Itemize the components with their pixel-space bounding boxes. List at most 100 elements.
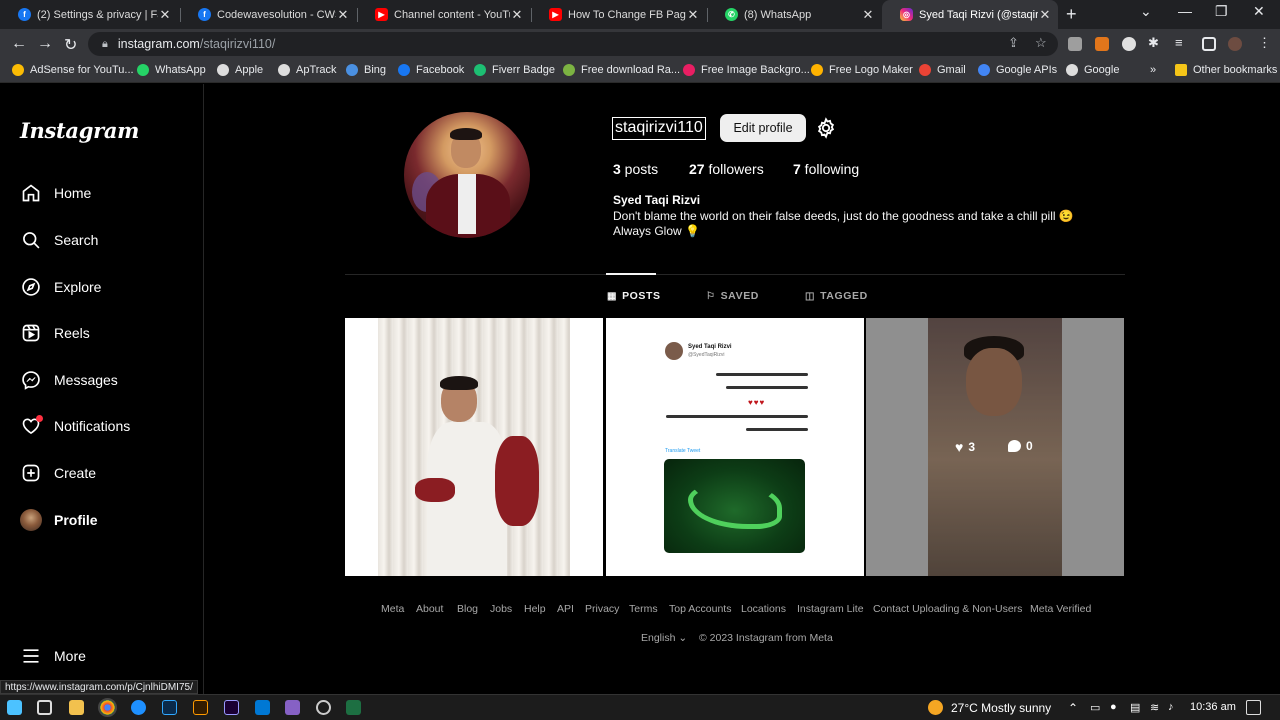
sidebar-item-explore[interactable]: Explore [20, 274, 101, 300]
post-thumbnail[interactable]: Syed Taqi Rizvi @SyedTaqiRizvi ♥♥♥ Trans… [606, 318, 864, 576]
close-tab-icon[interactable]: ✕ [861, 7, 875, 23]
footer-link[interactable]: Terms [629, 603, 658, 615]
tab-tagged[interactable]: ◫ TAGGED [805, 290, 868, 302]
weather-sun-icon[interactable] [928, 700, 943, 715]
footer-link[interactable]: Locations [741, 603, 786, 615]
tray-chevron-icon[interactable]: ⌃ [1068, 701, 1078, 715]
browser-tab[interactable]: ✆ (8) WhatsApp ✕ [707, 0, 881, 29]
device-icon[interactable]: ▭ [1090, 701, 1100, 714]
lock-icon[interactable]: 🔒︎ [102, 38, 108, 51]
volume-icon[interactable]: ♪ [1168, 701, 1174, 713]
edit-profile-button[interactable]: Edit profile [720, 114, 806, 142]
menu-kebab-icon[interactable]: ⋮ [1258, 35, 1271, 51]
metamask-extension-icon[interactable] [1095, 37, 1109, 51]
visual-studio-icon[interactable] [285, 700, 300, 715]
forward-icon[interactable]: → [37, 35, 53, 53]
post-thumbnail[interactable] [345, 318, 603, 576]
bookmarks-overflow-icon[interactable]: » [1150, 64, 1156, 76]
footer-link[interactable]: Jobs [490, 603, 512, 615]
footer-link[interactable]: Instagram Lite [797, 603, 864, 615]
camera-extension-icon[interactable] [1068, 37, 1082, 51]
sidebar-item-reels[interactable]: Reels [20, 320, 90, 346]
edge-icon[interactable] [131, 700, 146, 715]
sidebar-item-home[interactable]: Home [20, 180, 91, 206]
sidebar-item-create[interactable]: Create [20, 460, 96, 486]
chrome-icon[interactable] [98, 698, 117, 717]
tab-posts[interactable]: ▦ POSTS [607, 290, 661, 302]
other-bookmarks[interactable]: Other bookmarks [1175, 64, 1277, 76]
footer-link[interactable]: Contact Uploading & Non-Users [873, 603, 1022, 615]
restore-icon[interactable]: ❐ [1215, 3, 1228, 20]
reload-icon[interactable]: ↻ [64, 35, 77, 55]
sidebar-item-messages[interactable]: Messages [20, 367, 118, 393]
bookmark-item[interactable]: Free Image Backgro... [683, 64, 810, 76]
bookmark-item[interactable]: Apple [217, 64, 263, 76]
footer-link[interactable]: About [416, 603, 443, 615]
instagram-logo[interactable]: Instagram [20, 118, 139, 143]
bookmark-star-icon[interactable]: ☆ [1035, 35, 1047, 51]
bookmark-item[interactable]: ApTrack [278, 64, 337, 76]
footer-link[interactable]: API [557, 603, 574, 615]
sidebar-item-notifications[interactable]: Notifications [20, 413, 130, 439]
minimize-icon[interactable]: — [1178, 3, 1192, 19]
close-tab-icon[interactable]: ✕ [158, 7, 172, 23]
followers-link[interactable]: 27 followers [689, 161, 764, 177]
side-panel-icon[interactable] [1202, 37, 1216, 51]
close-window-icon[interactable]: ✕ [1253, 3, 1265, 20]
network-icon[interactable]: ▤ [1130, 701, 1140, 714]
share-icon[interactable]: ⇪ [1008, 35, 1019, 51]
browser-tab-active[interactable]: ◎ Syed Taqi Rizvi (@staqirizvi1 ✕ [882, 0, 1058, 29]
footer-link[interactable]: Privacy [585, 603, 619, 615]
bookmark-item[interactable]: Free Logo Maker [811, 64, 913, 76]
browser-tab[interactable]: ▶ Channel content - YouTube S ✕ [357, 0, 530, 29]
tab-search-icon[interactable]: ⌄ [1140, 3, 1152, 20]
puzzle-extensions-icon[interactable]: ✱ [1148, 35, 1159, 51]
excel-icon[interactable] [346, 700, 361, 715]
bookmark-item[interactable]: Google [1066, 64, 1119, 76]
close-tab-icon[interactable]: ✕ [336, 7, 350, 23]
microphone-icon[interactable]: ● [1110, 701, 1117, 713]
bookmark-item[interactable]: AdSense for YouTu... [12, 64, 134, 76]
browser-tab[interactable]: ▶ How To Change FB Page Us ✕ [531, 0, 706, 29]
notifications-center-icon[interactable] [1246, 700, 1261, 715]
post-thumbnail-hovered[interactable]: ♥ 3 0 [866, 318, 1124, 576]
reading-list-icon[interactable]: ≡ [1175, 35, 1183, 50]
windows-start-icon[interactable] [7, 700, 22, 715]
footer-link[interactable]: Meta [381, 603, 404, 615]
extension-icon[interactable] [1122, 37, 1136, 51]
footer-link[interactable]: Blog [457, 603, 478, 615]
premiere-icon[interactable] [224, 700, 239, 715]
following-link[interactable]: 7 following [793, 161, 859, 177]
browser-tab[interactable]: f Codewavesolution - CWS | F ✕ [180, 0, 356, 29]
settings-gear-icon[interactable] [815, 117, 837, 139]
close-tab-icon[interactable]: ✕ [686, 7, 700, 23]
close-tab-icon[interactable]: ✕ [1038, 7, 1052, 23]
footer-link[interactable]: Help [524, 603, 546, 615]
vscode-icon[interactable] [255, 700, 270, 715]
photoshop-icon[interactable] [162, 700, 177, 715]
task-view-icon[interactable] [37, 700, 52, 715]
bookmark-item[interactable]: Free download Ra... [563, 64, 680, 76]
obs-icon[interactable] [316, 700, 331, 715]
address-bar[interactable]: 🔒︎ instagram.com/staqirizvi110/ [88, 32, 1058, 56]
illustrator-icon[interactable] [193, 700, 208, 715]
footer-link[interactable]: Top Accounts [669, 603, 731, 615]
new-tab-icon[interactable]: + [1066, 4, 1077, 25]
language-selector[interactable]: English ⌄ [641, 632, 687, 644]
tab-saved[interactable]: ⚐ SAVED [706, 290, 759, 302]
bookmark-item[interactable]: Facebook [398, 64, 464, 76]
sidebar-item-more[interactable]: More [20, 643, 86, 669]
bookmark-item[interactable]: WhatsApp [137, 64, 206, 76]
weather-text[interactable]: 27°C Mostly sunny [951, 701, 1051, 715]
wifi-icon[interactable]: ≋ [1150, 701, 1159, 714]
footer-link[interactable]: Meta Verified [1030, 603, 1091, 615]
back-icon[interactable]: ← [11, 35, 27, 53]
clock-time[interactable]: 10:36 am [1190, 701, 1236, 713]
sidebar-item-profile[interactable]: Profile [20, 507, 98, 533]
browser-tab[interactable]: f (2) Settings & privacy | Face ✕ [0, 0, 178, 29]
bookmark-item[interactable]: Bing [346, 64, 386, 76]
profile-picture[interactable] [404, 112, 530, 238]
bookmark-item[interactable]: Google APIs [978, 64, 1057, 76]
profile-avatar[interactable] [1228, 37, 1242, 51]
close-tab-icon[interactable]: ✕ [510, 7, 524, 23]
